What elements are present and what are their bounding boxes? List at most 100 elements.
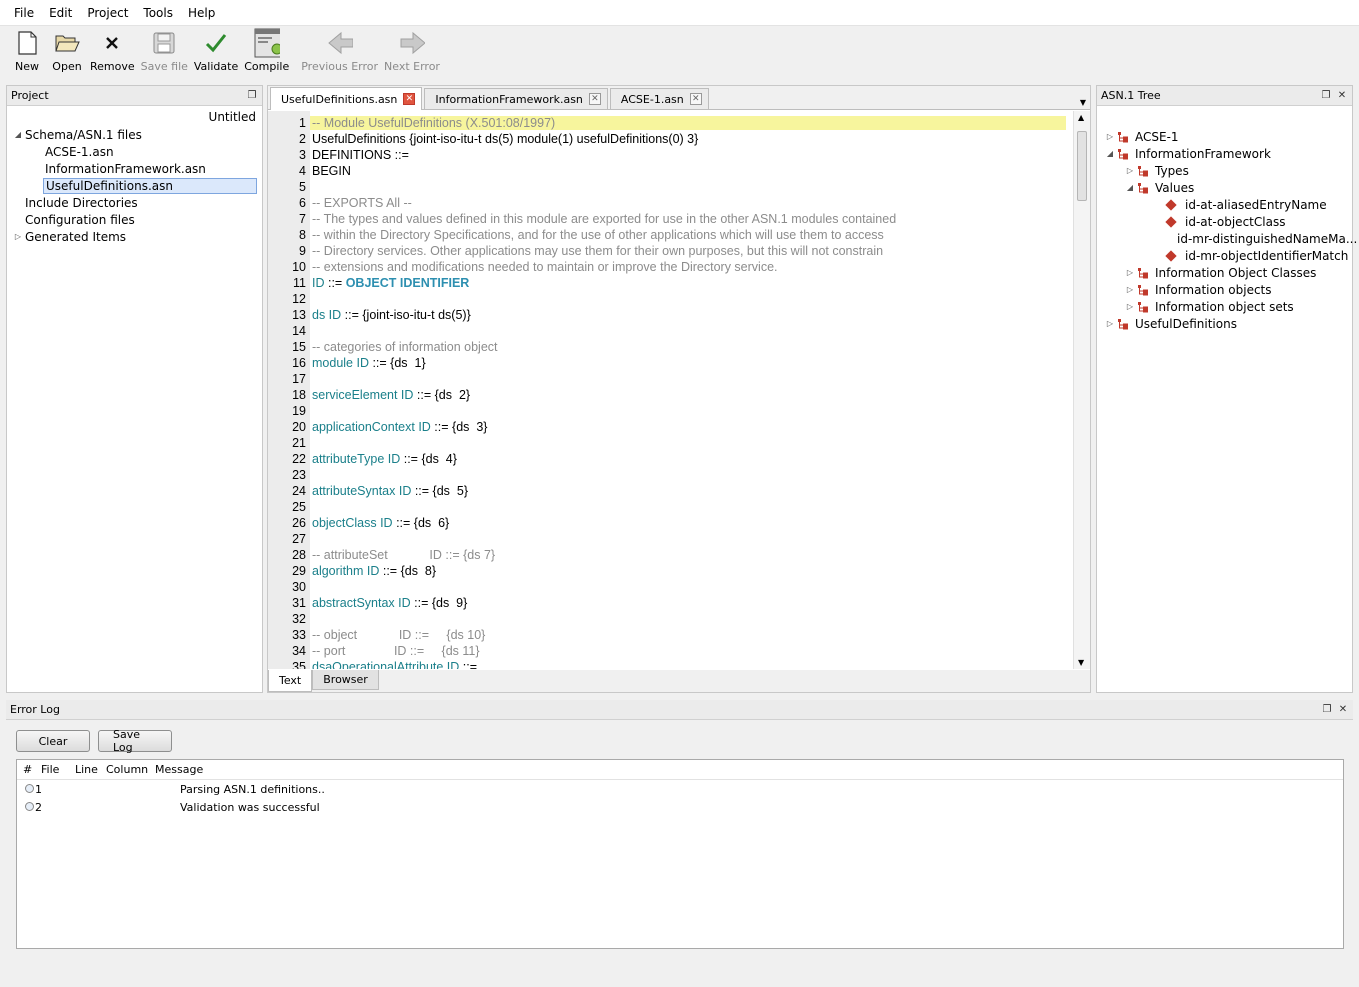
previous-error-button[interactable]: Previous Error <box>301 26 378 73</box>
collapsed-arrow-icon[interactable]: ▷ <box>1103 319 1117 328</box>
menu-help[interactable]: Help <box>188 6 215 20</box>
close-tab-icon[interactable]: ✕ <box>588 93 601 105</box>
code-line[interactable]: 33 -- object ID ::= {ds 10} <box>268 627 1070 643</box>
float-window-icon[interactable]: ❐ <box>1321 704 1333 716</box>
tree-item-include[interactable]: Include Directories <box>11 194 262 211</box>
clear-button[interactable]: Clear <box>16 730 90 752</box>
code-line[interactable]: 11 ID ::= OBJECT IDENTIFIER <box>268 275 1070 291</box>
close-panel-icon[interactable]: ✕ <box>1336 90 1348 102</box>
tree-item-acse[interactable]: ACSE-1.asn <box>11 143 262 160</box>
collapsed-arrow-icon[interactable]: ▷ <box>1103 132 1117 141</box>
asn-node-infofw[interactable]: ◢ InformationFramework <box>1101 145 1352 162</box>
scroll-up-icon[interactable]: ▲ <box>1078 113 1084 122</box>
expanded-arrow-icon[interactable]: ◢ <box>1123 183 1137 192</box>
code-line[interactable]: 18 serviceElement ID ::= {ds 2} <box>268 387 1070 403</box>
code-line[interactable]: 13 ds ID ::= {joint-iso-itu-t ds(5)} <box>268 307 1070 323</box>
next-error-button[interactable]: Next Error <box>384 26 440 73</box>
collapsed-arrow-icon[interactable]: ▷ <box>1123 302 1137 311</box>
tab-information-framework[interactable]: InformationFramework.asn ✕ <box>424 88 608 109</box>
asn-node-values[interactable]: ◢ Values <box>1101 179 1352 196</box>
remove-button[interactable]: Remove <box>90 26 135 73</box>
close-tab-icon[interactable]: ✕ <box>403 93 416 105</box>
code-line[interactable]: 3 DEFINITIONS ::= <box>268 147 1070 163</box>
code-line[interactable]: 30 <box>268 579 1070 595</box>
code-line[interactable]: 31 abstractSyntax ID ::= {ds 9} <box>268 595 1070 611</box>
code-line[interactable]: 10 -- extensions and modifications needed… <box>268 259 1070 275</box>
menu-edit[interactable]: Edit <box>49 6 72 20</box>
tree-item-useful[interactable]: UsefulDefinitions.asn <box>11 177 262 194</box>
code-line[interactable]: 27 <box>268 531 1070 547</box>
menu-file[interactable]: File <box>14 6 34 20</box>
asn-node-info-objects[interactable]: ▷ Information objects <box>1101 281 1352 298</box>
tab-acse[interactable]: ACSE-1.asn ✕ <box>609 88 709 109</box>
code-line[interactable]: 4 BEGIN <box>268 163 1070 179</box>
collapsed-arrow-icon[interactable]: ▷ <box>1123 268 1137 277</box>
asn-node-info-object-sets[interactable]: ▷ Information object sets <box>1101 298 1352 315</box>
column-header-column[interactable]: Column <box>106 763 155 776</box>
code-line[interactable]: 20 applicationContext ID ::= {ds 3} <box>268 419 1070 435</box>
code-line[interactable]: 22 attributeType ID ::= {ds 4} <box>268 451 1070 467</box>
code-editor[interactable]: 1 -- Module UsefulDefinitions (X.501:08/1… <box>268 111 1090 669</box>
table-row[interactable]: 1 Parsing ASN.1 definitions.. <box>17 780 1343 798</box>
tab-list-dropdown-icon[interactable]: ▼ <box>1080 98 1086 107</box>
tree-item-config[interactable]: Configuration files <box>11 211 262 228</box>
table-row[interactable]: 2 Validation was successful <box>17 798 1343 816</box>
open-button[interactable]: Open <box>50 26 84 73</box>
code-line[interactable]: 15 -- categories of information object <box>268 339 1070 355</box>
new-button[interactable]: New <box>10 26 44 73</box>
code-line[interactable]: 19 <box>268 403 1070 419</box>
collapsed-arrow-icon[interactable]: ▷ <box>1123 285 1137 294</box>
close-panel-icon[interactable]: ✕ <box>1337 704 1349 716</box>
scroll-down-icon[interactable]: ▼ <box>1078 658 1084 667</box>
code-line[interactable]: 7 -- The types and values defined in this… <box>268 211 1070 227</box>
code-line[interactable]: 24 attributeSyntax ID ::= {ds 5} <box>268 483 1070 499</box>
asn-value-item[interactable]: id-at-objectClass <box>1101 213 1352 230</box>
asn-node-types[interactable]: ▷ Types <box>1101 162 1352 179</box>
code-line[interactable]: 9 -- Directory services. Other applicatio… <box>268 243 1070 259</box>
column-header-file[interactable]: File <box>41 763 75 776</box>
float-window-icon[interactable]: ❐ <box>1320 90 1332 102</box>
editor-vertical-scrollbar[interactable]: ▲ ▼ <box>1073 111 1090 669</box>
code-line[interactable]: 2 UsefulDefinitions {joint-iso-itu-t ds(5… <box>268 131 1070 147</box>
code-line[interactable]: 34 -- port ID ::= {ds 11} <box>268 643 1070 659</box>
collapsed-arrow-icon[interactable]: ▷ <box>1123 166 1137 175</box>
close-tab-icon[interactable]: ✕ <box>689 93 702 105</box>
validate-button[interactable]: Validate <box>194 26 238 73</box>
code-line[interactable]: 26 objectClass ID ::= {ds 6} <box>268 515 1070 531</box>
code-line[interactable]: 25 <box>268 499 1070 515</box>
code-line[interactable]: 23 <box>268 467 1070 483</box>
column-header-message[interactable]: Message <box>155 763 1343 776</box>
asn-value-item[interactable]: id-mr-distinguishedNameMa... <box>1101 230 1357 247</box>
column-header-line[interactable]: Line <box>75 763 106 776</box>
scrollbar-thumb[interactable] <box>1077 131 1087 201</box>
save-file-button[interactable]: Save file <box>141 26 188 73</box>
asn-node-info-object-classes[interactable]: ▷ Information Object Classes <box>1101 264 1352 281</box>
float-window-icon[interactable]: ❐ <box>246 90 258 102</box>
tab-browser[interactable]: Browser <box>312 670 379 690</box>
code-line[interactable]: 6 -- EXPORTS All -- <box>268 195 1070 211</box>
code-line[interactable]: 29 algorithm ID ::= {ds 8} <box>268 563 1070 579</box>
asn-value-item[interactable]: id-at-aliasedEntryName <box>1101 196 1352 213</box>
code-line[interactable]: 16 module ID ::= {ds 1} <box>268 355 1070 371</box>
code-line[interactable]: 12 <box>268 291 1070 307</box>
asn-node-useful[interactable]: ▷ UsefulDefinitions <box>1101 315 1352 332</box>
code-line[interactable]: 1 -- Module UsefulDefinitions (X.501:08/1… <box>268 115 1070 131</box>
code-line[interactable]: 8 -- within the Directory Specifications,… <box>268 227 1070 243</box>
save-log-button[interactable]: Save Log <box>98 728 172 754</box>
compile-button[interactable]: Compile <box>244 26 289 73</box>
tree-item-generated[interactable]: ▷ Generated Items <box>11 228 262 245</box>
expanded-arrow-icon[interactable]: ◢ <box>1103 149 1117 158</box>
code-line[interactable]: 28 -- attributeSet ID ::= {ds 7} <box>268 547 1070 563</box>
code-line[interactable]: 21 <box>268 435 1070 451</box>
code-line[interactable]: 32 <box>268 611 1070 627</box>
asn-node-acse[interactable]: ▷ ACSE-1 <box>1101 128 1352 145</box>
code-line[interactable]: 17 <box>268 371 1070 387</box>
code-line[interactable]: 5 <box>268 179 1070 195</box>
code-line[interactable]: 14 <box>268 323 1070 339</box>
column-header-number[interactable]: # <box>17 763 41 776</box>
menu-project[interactable]: Project <box>87 6 128 20</box>
tab-useful-definitions[interactable]: UsefulDefinitions.asn ✕ <box>270 87 423 110</box>
code-line[interactable]: 35 dsaOperationalAttribute ID ::= <box>268 659 1070 669</box>
asn-value-item[interactable]: id-mr-objectIdentifierMatch <box>1101 247 1352 264</box>
expanded-arrow-icon[interactable]: ◢ <box>11 130 25 139</box>
